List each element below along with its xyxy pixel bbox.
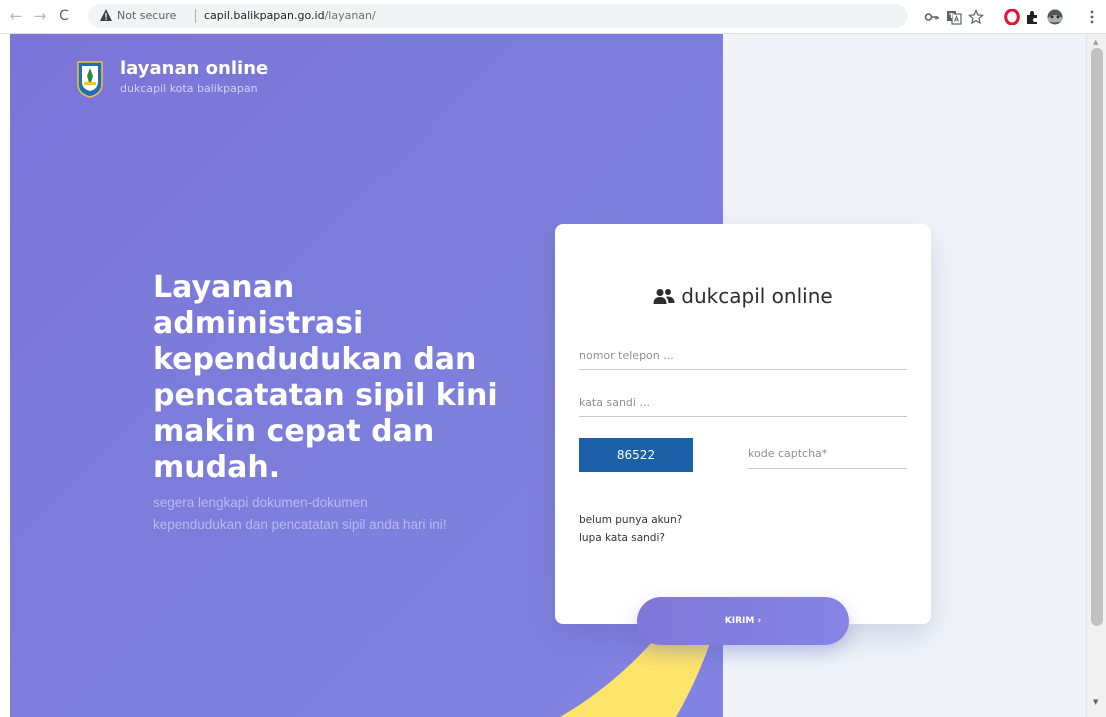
captcha-input[interactable] bbox=[748, 443, 907, 469]
brand-subtitle: dukcapil kota balikpapan bbox=[120, 82, 258, 95]
hero-subtext: segera lengkapi dokumen-dokumen kependud… bbox=[153, 492, 533, 536]
url-host: capil.balikpapan.go.id bbox=[204, 9, 325, 22]
scroll-down-arrow-icon[interactable]: ▼ bbox=[1093, 698, 1098, 706]
captcha-image: 86522 bbox=[579, 438, 693, 472]
submit-button[interactable]: KIRIM › bbox=[637, 597, 849, 645]
city-emblem-logo[interactable] bbox=[76, 58, 104, 98]
back-button[interactable]: ← bbox=[6, 6, 26, 26]
menu-icon[interactable] bbox=[1084, 9, 1100, 25]
profile-icon[interactable] bbox=[1046, 9, 1064, 25]
forward-button[interactable]: → bbox=[30, 6, 50, 26]
login-title-text: dukcapil online bbox=[681, 284, 833, 308]
omnibox-divider bbox=[195, 9, 196, 23]
security-label[interactable]: Not secure bbox=[117, 9, 176, 22]
star-icon[interactable] bbox=[968, 9, 984, 25]
reload-button[interactable]: C bbox=[54, 6, 74, 26]
warning-icon[interactable] bbox=[99, 8, 113, 22]
hero-subtext-line-1: segera lengkapi dokumen-dokumen bbox=[153, 495, 368, 510]
page-content: layanan online dukcapil kota balikpapan … bbox=[10, 34, 1086, 717]
password-input[interactable] bbox=[579, 393, 907, 417]
url-path: /layanan/ bbox=[324, 9, 376, 22]
browser-toolbar: ← → C Not secure capil.balikpapan.go.id/… bbox=[0, 0, 1106, 34]
key-icon[interactable] bbox=[924, 9, 940, 25]
translate-icon[interactable] bbox=[946, 9, 962, 25]
scrollbar-thumb[interactable] bbox=[1091, 48, 1103, 626]
hero-subtext-line-2: kependudukan dan pencatatan sipil anda h… bbox=[153, 517, 447, 532]
brand-title: layanan online bbox=[120, 58, 269, 79]
scroll-up-arrow-icon[interactable]: ▲ bbox=[1093, 38, 1098, 46]
address-bar[interactable]: Not secure capil.balikpapan.go.id/layana… bbox=[88, 4, 908, 28]
phone-input[interactable] bbox=[579, 346, 907, 370]
extensions-icon[interactable] bbox=[1024, 9, 1040, 25]
forgot-password-link[interactable]: lupa kata sandi? bbox=[579, 532, 665, 544]
page-scrollbar[interactable]: ▲ ▼ bbox=[1086, 34, 1106, 717]
login-card: dukcapil online 86522 belum punya akun? … bbox=[555, 224, 931, 624]
login-title: dukcapil online bbox=[555, 284, 931, 308]
hero-headline: Layanan administrasi kependudukan dan pe… bbox=[153, 270, 498, 485]
register-link[interactable]: belum punya akun? bbox=[579, 514, 682, 526]
opera-icon[interactable] bbox=[1004, 9, 1020, 25]
url-text[interactable]: capil.balikpapan.go.id/layanan/ bbox=[204, 9, 376, 22]
users-icon bbox=[653, 289, 675, 304]
